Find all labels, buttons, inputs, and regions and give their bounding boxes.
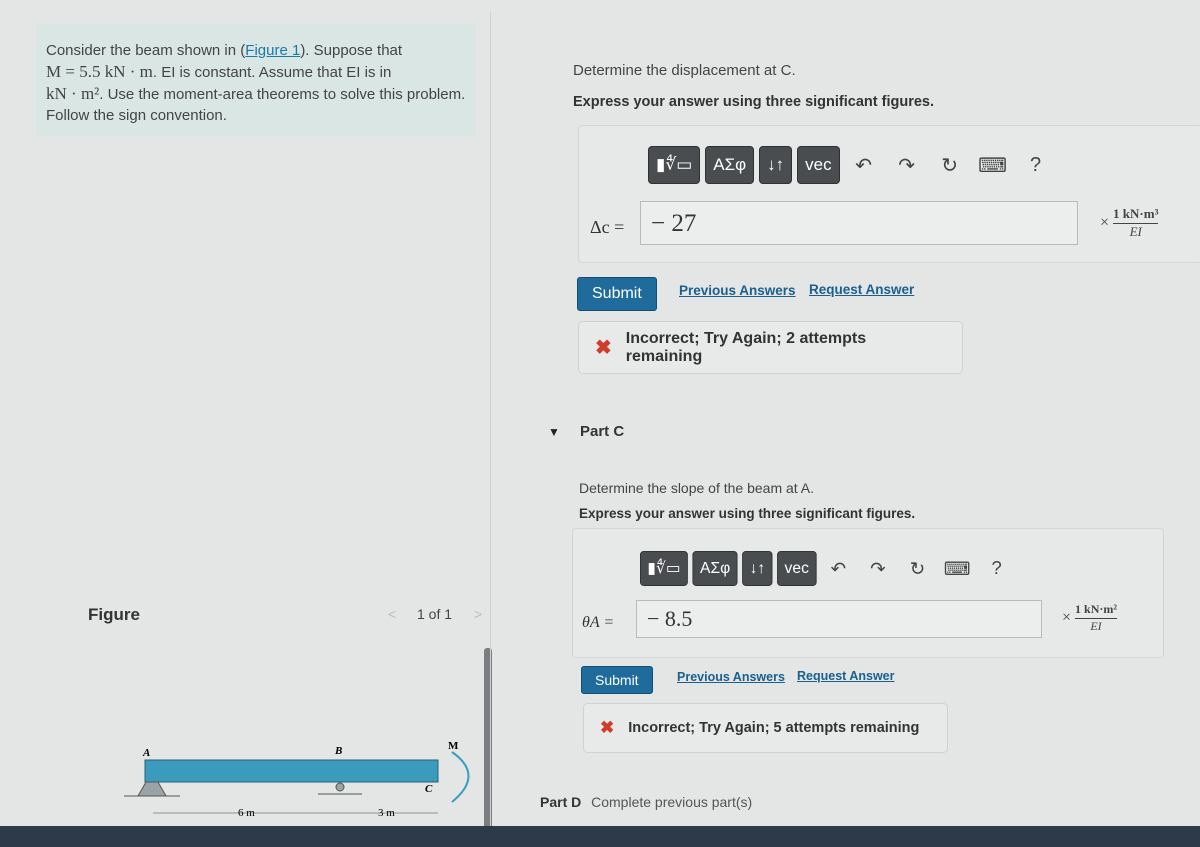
arrows-button[interactable]: ↓↑ — [742, 551, 773, 586]
unit-fraction: 1 kN·m³ EI — [1113, 206, 1159, 240]
part-c-previous-answers-link[interactable]: Previous Answers — [677, 670, 785, 684]
part-c-feedback: ✖ Incorrect; Try Again; 5 attempts remain… — [583, 703, 948, 753]
arrows-button[interactable]: ↓↑ — [759, 146, 793, 184]
collapse-caret-icon[interactable]: ▼ — [548, 425, 560, 439]
beam — [144, 759, 439, 783]
part-b-submit-button[interactable]: Submit — [577, 277, 657, 311]
feedback-text: Incorrect; Try Again; 5 attempts remaini… — [628, 720, 920, 736]
units: kN · m² — [46, 84, 100, 103]
part-c-unit: × 1 kN·m² EI — [1062, 602, 1117, 634]
redo-icon[interactable]: ↷ — [888, 153, 926, 178]
unit-numerator: 1 kN·m³ — [1113, 206, 1159, 224]
part-b-previous-answers-link[interactable]: Previous Answers — [679, 283, 796, 298]
part-b-unit: × 1 kN·m³ EI — [1100, 206, 1159, 240]
part-d-title: Part D — [540, 794, 582, 810]
problem-statement: Consider the beam shown in (Figure 1). S… — [36, 24, 476, 136]
figure-label: Figure — [88, 605, 140, 624]
times-sign: × — [1100, 214, 1110, 231]
part-c-submit-button[interactable]: Submit — [581, 666, 653, 694]
pin-support — [137, 781, 167, 797]
next-figure-button[interactable]: > — [474, 606, 482, 622]
label-m: M — [448, 740, 459, 752]
moment-arrow — [451, 751, 470, 803]
greek-button[interactable]: ΑΣφ — [705, 146, 755, 184]
templates-button[interactable]: ▮∜▭ — [648, 146, 701, 184]
vec-button[interactable]: vec — [777, 551, 817, 586]
part-b-request-answer-link[interactable]: Request Answer — [809, 282, 914, 297]
part-c-question: Determine the slope of the beam at A. — [579, 480, 815, 496]
label-a: A — [142, 747, 150, 759]
dimension-3m: 3 m — [378, 807, 395, 819]
help-icon[interactable]: ? — [1017, 154, 1055, 177]
label-c: C — [425, 783, 433, 795]
taskbar — [0, 826, 1200, 847]
part-c-label: θA = — [582, 614, 615, 631]
feedback-text: Incorrect; Try Again; 2 attempts remaini… — [625, 329, 867, 365]
help-icon[interactable]: ? — [979, 558, 1014, 579]
vec-button[interactable]: vec — [797, 146, 840, 184]
part-b-instruction: Express your answer using three signific… — [573, 94, 934, 110]
part-d-status: Complete previous part(s) — [591, 794, 753, 810]
times-sign: × — [1062, 609, 1072, 626]
unit-denominator: EI — [1129, 224, 1142, 239]
greek-button[interactable]: ΑΣφ — [692, 551, 738, 586]
figure-link[interactable]: Figure 1 — [245, 42, 300, 59]
part-b-label: Δc = — [590, 217, 625, 237]
problem-text: . Use the moment-area theorems to solve … — [46, 86, 466, 124]
reset-icon[interactable]: ↻ — [931, 153, 969, 178]
part-c-answer-input[interactable]: − 8.5 — [636, 600, 1042, 638]
part-d-header: Part D Complete previous part(s) — [540, 794, 752, 810]
part-b-answer-input[interactable]: − 27 — [640, 201, 1078, 245]
label-b: B — [334, 745, 342, 757]
part-b-feedback: ✖ Incorrect; Try Again; 2 attempts remain… — [578, 321, 963, 374]
figure-pager: 1 of 1 — [417, 606, 453, 622]
dimension-6m: 6 m — [238, 807, 255, 819]
part-b-math-toolbar: ▮∜▭ ΑΣφ ↓↑ vec ↶ ↷ ↻ ⌨ ? — [648, 146, 1055, 184]
incorrect-icon: ✖ — [595, 337, 612, 359]
unit-denominator: EI — [1090, 619, 1102, 633]
problem-text: ). Suppose that — [300, 42, 403, 59]
part-c-title[interactable]: Part C — [580, 423, 624, 440]
templates-button[interactable]: ▮∜▭ — [640, 551, 689, 586]
part-c-instruction: Express your answer using three signific… — [579, 506, 916, 521]
panel-divider — [490, 12, 491, 832]
keyboard-icon[interactable]: ⌨ — [940, 557, 975, 580]
part-c-answer-box — [572, 528, 1164, 658]
unit-numerator: 1 kN·m² — [1075, 602, 1117, 619]
unit-fraction: 1 kN·m² EI — [1075, 602, 1117, 634]
problem-text: Consider the beam shown in ( — [46, 42, 246, 59]
incorrect-icon: ✖ — [600, 718, 615, 737]
undo-icon[interactable]: ↶ — [821, 557, 856, 580]
redo-icon[interactable]: ↷ — [860, 557, 895, 580]
reset-icon[interactable]: ↻ — [900, 557, 935, 580]
undo-icon[interactable]: ↶ — [845, 153, 883, 178]
problem-text: . EI is constant. Assume that EI is in — [152, 64, 392, 81]
part-c-math-toolbar: ▮∜▭ ΑΣφ ↓↑ vec ↶ ↷ ↻ ⌨ ? — [640, 551, 1014, 586]
part-b-question: Determine the displacement at C. — [573, 62, 796, 79]
beam-figure: A B C M 6 m 3 m — [124, 740, 470, 819]
part-c-request-answer-link[interactable]: Request Answer — [797, 669, 894, 683]
prev-figure-button[interactable]: < — [388, 606, 396, 622]
moment-value: M = 5.5 kN · m — [46, 62, 153, 81]
roller-support — [335, 782, 345, 792]
keyboard-icon[interactable]: ⌨ — [974, 153, 1012, 178]
